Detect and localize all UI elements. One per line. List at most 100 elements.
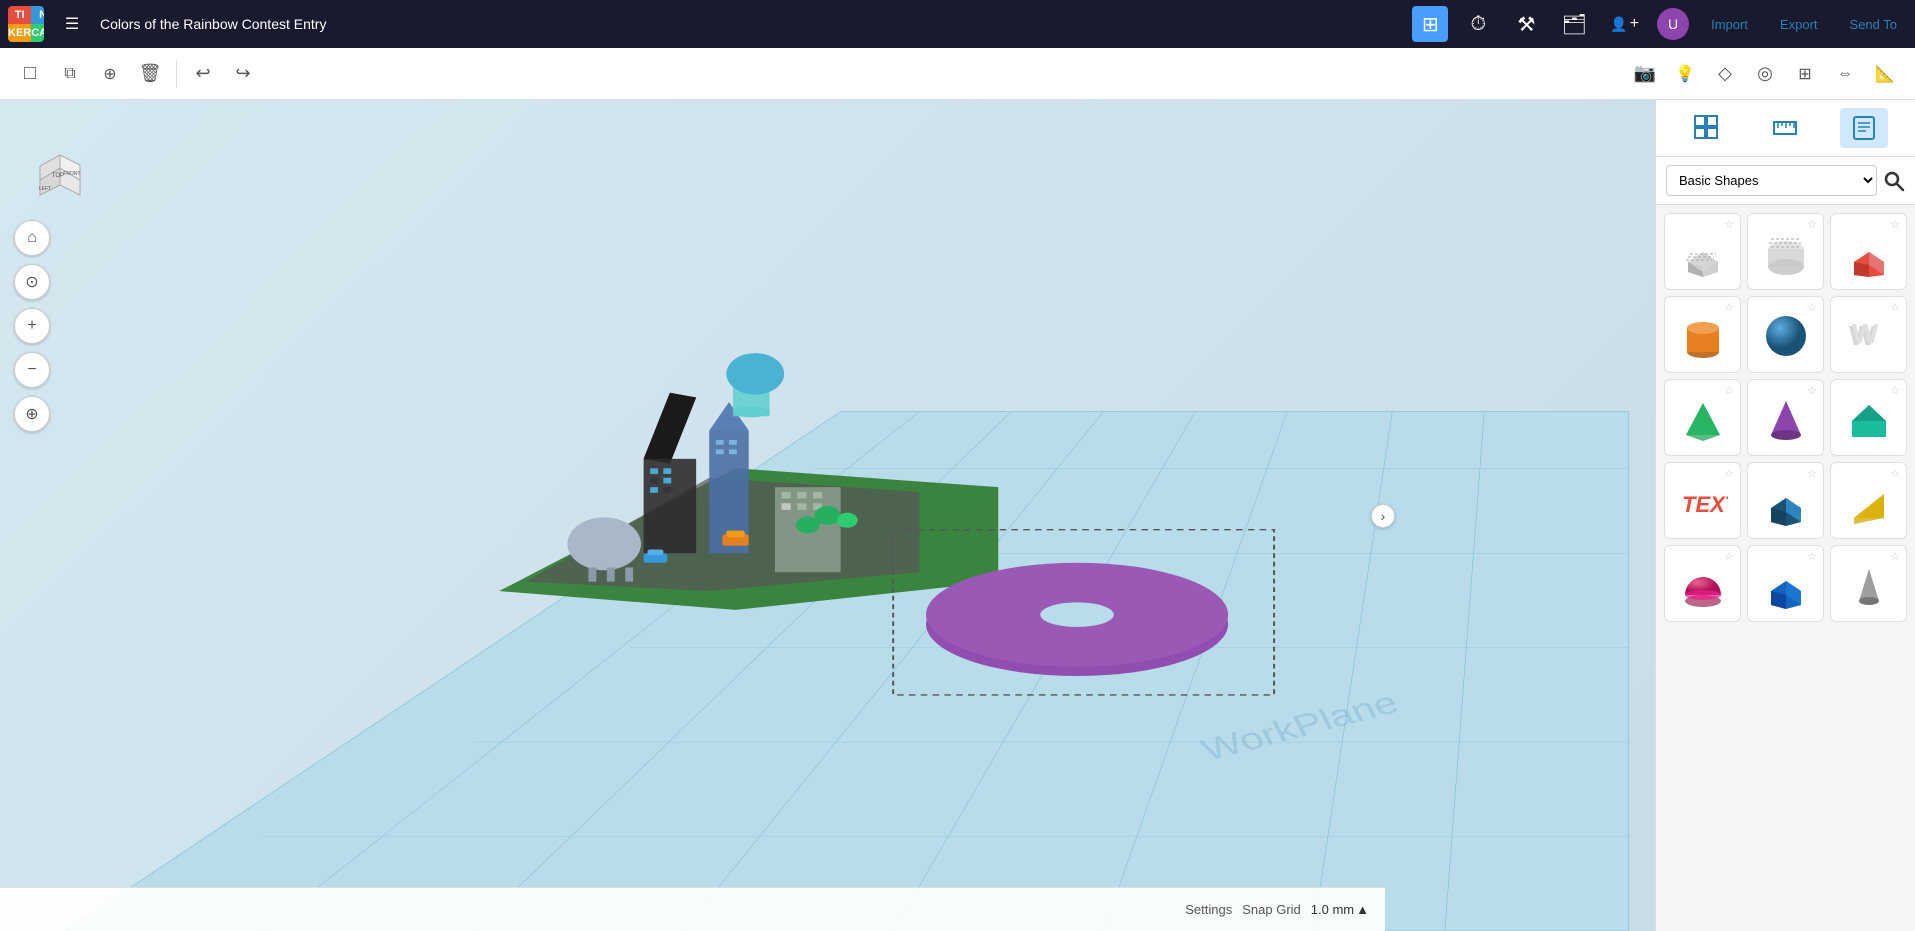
shape-selector: Basic Shapes xyxy=(1656,157,1915,205)
send-to-button[interactable]: Send To xyxy=(1840,13,1907,36)
settings-link[interactable]: Settings xyxy=(1185,902,1232,917)
shape-roof[interactable]: ☆ xyxy=(1830,379,1907,456)
svg-text:LEFT: LEFT xyxy=(39,186,51,192)
grid-tab-icon xyxy=(1693,114,1721,142)
folder-button[interactable]: 🗂 xyxy=(1556,6,1592,42)
shape-search-button[interactable] xyxy=(1883,170,1905,192)
camera-button[interactable]: 📷 xyxy=(1627,56,1663,92)
shape-category-dropdown[interactable]: Basic Shapes xyxy=(1666,165,1877,196)
favorite-star[interactable]: ☆ xyxy=(1807,550,1817,563)
align-button[interactable]: ⊞ xyxy=(1787,56,1823,92)
shape-toggle-button[interactable]: ◇ xyxy=(1707,56,1743,92)
box-visual xyxy=(1843,226,1895,278)
cyl-hole-visual xyxy=(1760,226,1812,278)
new-button[interactable]: □ xyxy=(12,56,48,92)
shape-cylinder[interactable]: ☆ xyxy=(1664,296,1741,373)
half-sphere-visual xyxy=(1677,558,1729,610)
panel-collapse-button[interactable]: › xyxy=(1371,504,1395,528)
ruler-tab-button[interactable] xyxy=(1761,108,1809,148)
canvas-area[interactable]: WorkPlane xyxy=(0,100,1655,931)
favorite-star[interactable]: ☆ xyxy=(1724,301,1734,314)
grid-tab-button[interactable] xyxy=(1683,108,1731,148)
topbar: TINKERCAD ☰ Colors of the Rainbow Contes… xyxy=(0,0,1915,48)
undo-button[interactable]: ↩ xyxy=(185,56,221,92)
shape-text3d[interactable]: ☆ W W xyxy=(1830,296,1907,373)
export-button[interactable]: Export xyxy=(1770,13,1828,36)
zoom-out-button[interactable]: − xyxy=(14,352,50,388)
shape-half-sphere[interactable]: ☆ xyxy=(1664,545,1741,622)
svg-text:W: W xyxy=(1852,318,1879,349)
shape-box[interactable]: ☆ xyxy=(1830,213,1907,290)
roof-visual xyxy=(1843,392,1895,444)
snap-arrow-icon: ▲ xyxy=(1356,902,1369,917)
zoom-in-button[interactable]: + xyxy=(14,308,50,344)
shape-cube-dark[interactable]: ☆ xyxy=(1747,462,1824,539)
favorite-star[interactable]: ☆ xyxy=(1890,301,1900,314)
shape-pyramid[interactable]: ☆ xyxy=(1664,379,1741,456)
cone2-visual xyxy=(1843,558,1895,610)
mirror-button[interactable]: ⇔ xyxy=(1827,56,1863,92)
favorite-star[interactable]: ☆ xyxy=(1724,467,1734,480)
person-icon: 👤 xyxy=(1610,16,1627,33)
cube-dark-visual xyxy=(1760,475,1812,527)
separator-1 xyxy=(176,60,177,88)
snap-label: Snap Grid xyxy=(1242,902,1301,917)
sphere-visual xyxy=(1760,309,1812,361)
light-button[interactable]: 💡 xyxy=(1667,56,1703,92)
home-view-button[interactable]: ⌂ xyxy=(14,220,50,256)
snap-value[interactable]: 1.0 mm ▲ xyxy=(1311,902,1369,917)
shape-box2[interactable]: ☆ xyxy=(1747,545,1824,622)
shape-box-hole[interactable]: ☆ xyxy=(1664,213,1741,290)
notes-tab-button[interactable] xyxy=(1840,108,1888,148)
cone-visual xyxy=(1760,392,1812,444)
shape-wedge[interactable]: ☆ xyxy=(1830,462,1907,539)
favorite-star[interactable]: ☆ xyxy=(1807,218,1817,231)
shape-cylinder-hole[interactable]: ☆ xyxy=(1747,213,1824,290)
shape-cone[interactable]: ☆ xyxy=(1747,379,1824,456)
add-user-button[interactable]: 👤 + xyxy=(1604,6,1645,42)
favorite-star[interactable]: ☆ xyxy=(1724,550,1734,563)
favorite-star[interactable]: ☆ xyxy=(1890,384,1900,397)
tinkercad-logo[interactable]: TINKERCAD xyxy=(8,6,44,42)
favorite-star[interactable]: ☆ xyxy=(1807,301,1817,314)
copy-button[interactable]: ⧉ xyxy=(52,56,88,92)
topbar-right: ⊞ ⏱ ⚒ 🗂 👤 + U Import Export Send To xyxy=(1412,6,1907,42)
fit-view-button[interactable]: ⊙ xyxy=(14,264,50,300)
favorite-star[interactable]: ☆ xyxy=(1890,218,1900,231)
grid-view-button[interactable]: ⊞ xyxy=(1412,6,1448,42)
user-avatar[interactable]: U xyxy=(1657,8,1689,40)
left-controls: ⌂ ⊙ + − ⊕ xyxy=(14,220,50,432)
ruler-tab-icon xyxy=(1771,114,1799,142)
delete-button[interactable]: 🗑 xyxy=(132,56,168,92)
favorite-star[interactable]: ☆ xyxy=(1724,218,1734,231)
measure-button[interactable]: 📐 xyxy=(1867,56,1903,92)
text3d-visual: W W xyxy=(1843,309,1895,361)
shape-hole-button[interactable]: ◎ xyxy=(1747,56,1783,92)
favorite-star[interactable]: ☆ xyxy=(1807,467,1817,480)
plus-icon: + xyxy=(1630,15,1639,33)
panel-tabs xyxy=(1656,100,1915,157)
redo-button[interactable]: ↪ xyxy=(225,56,261,92)
tools-button[interactable]: ⚒ xyxy=(1508,6,1544,42)
duplicate-button[interactable]: ⊕ xyxy=(92,56,128,92)
right-panel: Basic Shapes ☆ xyxy=(1655,100,1915,931)
pyramid-visual xyxy=(1677,392,1729,444)
favorite-star[interactable]: ☆ xyxy=(1890,550,1900,563)
favorite-star[interactable]: ☆ xyxy=(1807,384,1817,397)
import-button[interactable]: Import xyxy=(1701,13,1758,36)
perspective-button[interactable]: ⊕ xyxy=(14,396,50,432)
box2-visual xyxy=(1760,558,1812,610)
shape-sphere[interactable]: ☆ xyxy=(1747,296,1824,373)
viewport[interactable]: WorkPlane xyxy=(0,100,1655,931)
svg-text:FRONT: FRONT xyxy=(63,171,80,177)
shape-cone2[interactable]: ☆ xyxy=(1830,545,1907,622)
list-view-button[interactable]: ☰ xyxy=(54,6,90,42)
favorite-star[interactable]: ☆ xyxy=(1724,384,1734,397)
timer-button[interactable]: ⏱ xyxy=(1460,6,1496,42)
shapes-grid: ☆ ☆ xyxy=(1656,205,1915,931)
favorite-star[interactable]: ☆ xyxy=(1890,467,1900,480)
search-icon xyxy=(1883,170,1905,192)
svg-text:TOP: TOP xyxy=(52,173,64,179)
navigation-cube[interactable]: TOP LEFT FRONT xyxy=(20,120,100,200)
shape-text[interactable]: ☆ TEXT xyxy=(1664,462,1741,539)
